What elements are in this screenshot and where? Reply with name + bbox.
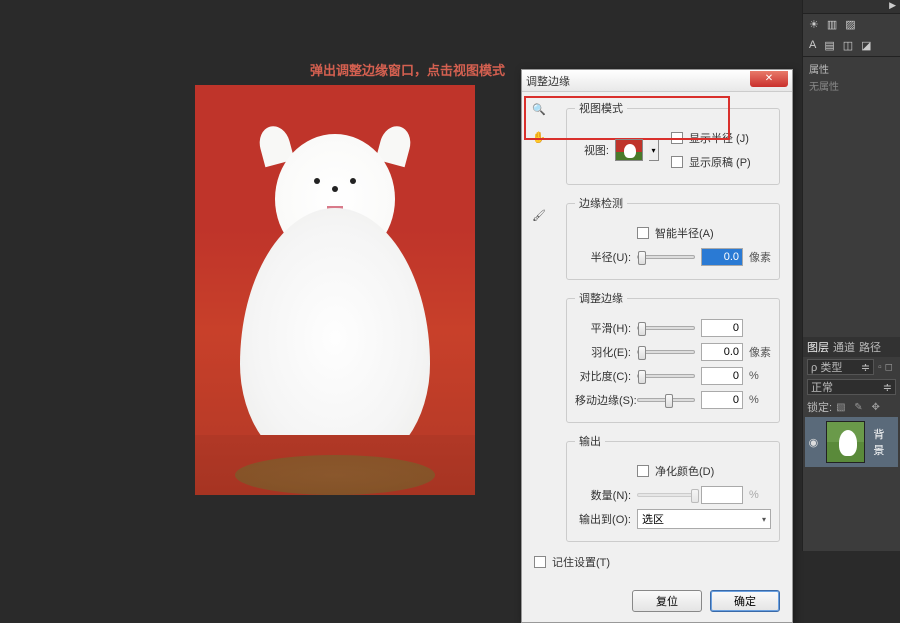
annotation-text: 弹出调整边缘窗口，点击视图模式 (310, 60, 505, 79)
contrast-input[interactable] (701, 367, 743, 385)
refine-edge-group: 调整边缘 平滑(H): 羽化(E): 像素 对比度(C):% 移动边缘(S):% (566, 290, 780, 423)
layer-name: 背景 (869, 426, 898, 458)
radius-slider[interactable] (637, 255, 695, 259)
tab-channels[interactable]: 通道 (833, 339, 855, 355)
hand-tool-icon[interactable]: ✋ (530, 128, 548, 146)
right-panel: ▶ ☀ ▥ ▨ A ▤ ◫ ◪ 属性 无属性 图层 通道 路径 ρ 类型≑ ▫◻ 正常≑ 锁… (802, 0, 900, 551)
amount-unit: % (749, 489, 771, 501)
shift-label: 移动边缘(S): (575, 392, 631, 408)
purify-label: 净化颜色(D) (655, 463, 714, 479)
output-to-value: 选区 (642, 511, 664, 527)
tab-paths[interactable]: 路径 (859, 339, 881, 355)
layer-panel-tabs: 图层 通道 路径 (803, 337, 900, 357)
grass (195, 435, 475, 495)
chevron-down-icon: ▾ (762, 515, 766, 524)
contrast-unit: % (749, 370, 771, 382)
dialog-title: 调整边缘 (526, 73, 750, 89)
shift-input[interactable] (701, 391, 743, 409)
visibility-icon[interactable]: ◉ (805, 436, 822, 449)
shift-slider[interactable] (637, 398, 695, 402)
show-original-checkbox[interactable] (671, 156, 683, 168)
swatch-icon[interactable]: ▤ (824, 39, 834, 52)
ok-button[interactable]: 确定 (710, 590, 780, 612)
feather-slider[interactable] (637, 350, 695, 354)
levels-icon[interactable]: ▥ (827, 18, 837, 31)
reset-button[interactable]: 复位 (632, 590, 702, 612)
feather-input[interactable] (701, 343, 743, 361)
feather-unit: 像素 (749, 344, 771, 360)
close-button[interactable]: ✕ (750, 71, 788, 87)
tab-layers[interactable]: 图层 (807, 339, 829, 355)
dog-face (332, 186, 338, 192)
radius-input[interactable] (701, 248, 743, 266)
feather-label: 羽化(E): (575, 344, 631, 360)
view-mode-group: 视图模式 视图: ▾ 显示半径 (J) 显示原稿 (P) (566, 100, 780, 185)
dialog-titlebar[interactable]: 调整边缘 ✕ (522, 70, 792, 92)
radius-label: 半径(U): (575, 249, 631, 265)
brush-tool-icon[interactable]: 🖌 (530, 206, 548, 224)
smooth-label: 平滑(H): (575, 320, 631, 336)
remember-label: 记住设置(T) (552, 554, 610, 570)
output-group: 输出 净化颜色(D) 数量(N):% 输出到(O): 选区 ▾ (566, 433, 780, 542)
refine-edge-legend: 调整边缘 (575, 290, 627, 306)
output-to-label: 输出到(O): (575, 511, 631, 527)
view-mode-legend: 视图模式 (575, 100, 627, 116)
contrast-label: 对比度(C): (575, 368, 631, 384)
edge-detect-group: 边缘检测 智能半径(A) 半径(U): 像素 (566, 195, 780, 280)
no-properties-text: 无属性 (809, 78, 894, 93)
curves-icon[interactable]: ▨ (845, 18, 855, 31)
smart-radius-label: 智能半径(A) (655, 225, 714, 241)
radius-unit: 像素 (749, 249, 771, 265)
zoom-tool-icon[interactable]: 🔍 (530, 100, 548, 118)
output-to-select[interactable]: 选区 ▾ (637, 509, 771, 529)
brightness-icon[interactable]: ☀ (809, 18, 819, 31)
contrast-slider[interactable] (637, 374, 695, 378)
shift-unit: % (749, 394, 771, 406)
properties-tab[interactable]: 属性 (809, 61, 894, 76)
smooth-input[interactable] (701, 319, 743, 337)
refine-edge-dialog: 调整边缘 ✕ 🔍 ✋ 🖌 视图模式 视图: ▾ 显示半径 (J) 显示原稿 (P… (521, 69, 793, 623)
document-image[interactable] (195, 85, 475, 495)
play-icon: ▶ (889, 0, 896, 13)
edge-detect-legend: 边缘检测 (575, 195, 627, 211)
layer-row[interactable]: ◉ 背景 (805, 417, 898, 467)
smooth-slider[interactable] (637, 326, 695, 330)
blend-mode-select[interactable]: 正常≑ (807, 379, 896, 395)
text-icon[interactable]: A (809, 39, 816, 52)
panel-icon-row: ☀ ▥ ▨ (803, 14, 900, 35)
amount-slider (637, 493, 695, 497)
dog-body (240, 208, 430, 468)
panel-icon-row: A ▤ ◫ ◪ (803, 35, 900, 56)
output-legend: 输出 (575, 433, 605, 449)
lock-icons[interactable]: ▧ ✎ ✥ (836, 402, 883, 413)
lock-label: 锁定: (807, 399, 832, 415)
show-radius-label: 显示半径 (J) (689, 130, 749, 146)
adjust-icon[interactable]: ◪ (861, 39, 871, 52)
purify-checkbox[interactable] (637, 465, 649, 477)
layer-thumbnail[interactable] (826, 421, 866, 463)
view-thumbnail[interactable] (615, 139, 643, 161)
smart-radius-checkbox[interactable] (637, 227, 649, 239)
amount-input (701, 486, 743, 504)
view-dropdown-button[interactable]: ▾ (649, 139, 659, 161)
panel-collapse-bar[interactable]: ▶ (803, 0, 900, 14)
style-icon[interactable]: ◫ (843, 39, 853, 52)
kind-filter[interactable]: ρ 类型≑ (807, 359, 874, 375)
show-radius-checkbox[interactable] (671, 132, 683, 144)
view-label: 视图: (575, 142, 609, 158)
filter-icons[interactable]: ▫◻ (878, 362, 896, 373)
amount-label: 数量(N): (575, 487, 631, 503)
remember-checkbox[interactable] (534, 556, 546, 568)
show-original-label: 显示原稿 (P) (689, 154, 751, 170)
